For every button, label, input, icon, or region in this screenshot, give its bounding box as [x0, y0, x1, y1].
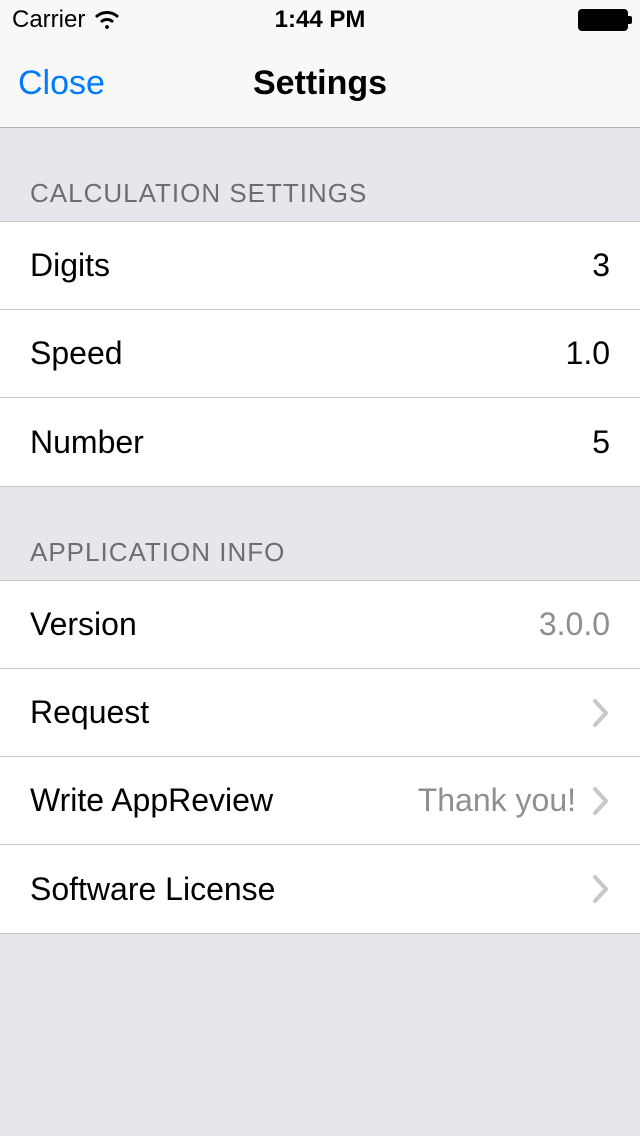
- status-bar: Carrier 1:44 PM: [0, 0, 640, 40]
- wifi-icon: [93, 9, 121, 31]
- row-software-license[interactable]: Software License: [0, 845, 640, 933]
- page-title: Settings: [253, 64, 387, 103]
- row-label: Write AppReview: [30, 782, 273, 819]
- status-left: Carrier: [12, 6, 121, 34]
- section-header-app-info: APPLICATION INFO: [0, 487, 640, 580]
- row-label: Software License: [30, 871, 275, 908]
- row-value: 5: [592, 424, 610, 461]
- row-label: Number: [30, 424, 144, 461]
- row-request[interactable]: Request: [0, 669, 640, 757]
- row-label: Speed: [30, 335, 123, 372]
- battery-icon: [578, 9, 628, 31]
- row-value: 1.0: [566, 335, 610, 372]
- chevron-right-icon: [592, 874, 610, 904]
- status-time: 1:44 PM: [275, 6, 366, 34]
- nav-bar: Close Settings: [0, 40, 640, 128]
- row-value: 3.0.0: [539, 606, 610, 643]
- carrier-label: Carrier: [12, 6, 85, 34]
- chevron-right-icon: [592, 786, 610, 816]
- close-button[interactable]: Close: [18, 64, 105, 103]
- chevron-right-icon: [592, 698, 610, 728]
- table-group-app-info: Version 3.0.0 Request Write AppReview Th…: [0, 580, 640, 934]
- status-right: [578, 9, 628, 31]
- row-version: Version 3.0.0: [0, 581, 640, 669]
- row-label: Digits: [30, 247, 110, 284]
- table-group-calculation: Digits 3 Speed 1.0 Number 5: [0, 221, 640, 487]
- row-write-review[interactable]: Write AppReview Thank you!: [0, 757, 640, 845]
- row-value: Thank you!: [418, 782, 576, 819]
- row-label: Version: [30, 606, 137, 643]
- row-value: 3: [592, 247, 610, 284]
- row-digits[interactable]: Digits 3: [0, 222, 640, 310]
- row-speed[interactable]: Speed 1.0: [0, 310, 640, 398]
- section-header-calculation: CALCULATION SETTINGS: [0, 128, 640, 221]
- row-number[interactable]: Number 5: [0, 398, 640, 486]
- row-label: Request: [30, 694, 149, 731]
